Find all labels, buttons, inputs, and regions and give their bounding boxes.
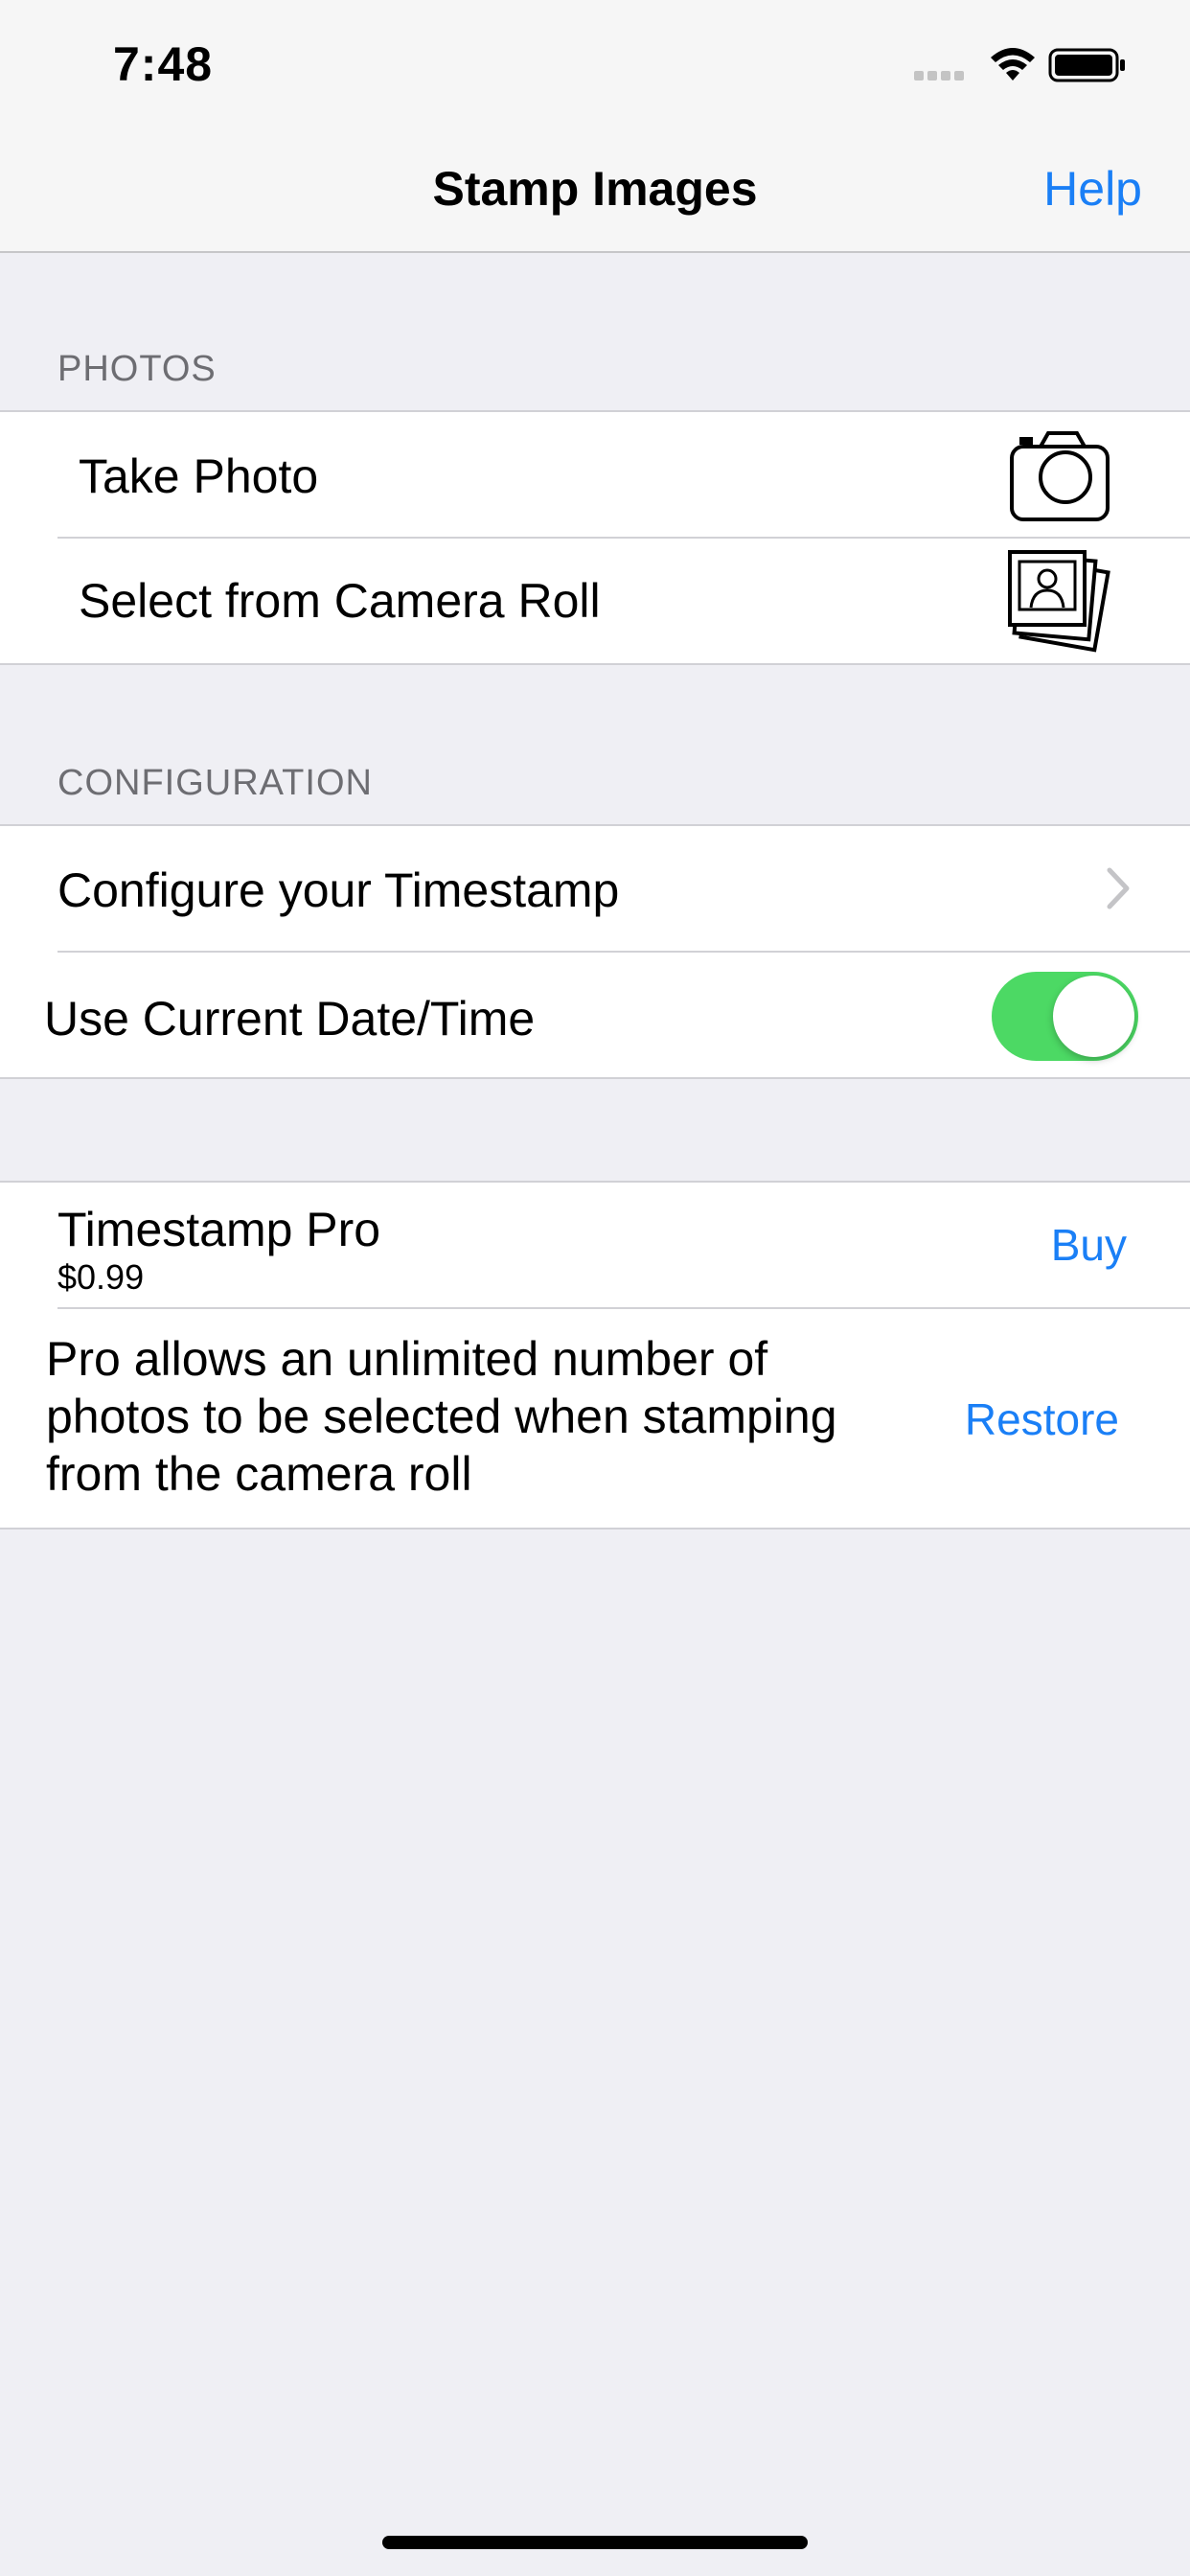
- chevron-right-icon: [1104, 866, 1133, 910]
- navigation-bar: Stamp Images Help: [0, 126, 1190, 253]
- status-bar: 7:48: [0, 0, 1190, 126]
- wifi-icon: [991, 48, 1035, 80]
- battery-icon: [1048, 48, 1125, 82]
- select-camera-roll-row[interactable]: Select from Camera Roll: [0, 539, 1190, 665]
- configuration-group: Configure your Timestamp Use Current Dat…: [0, 824, 1190, 1079]
- photo-stack-icon: [1006, 548, 1113, 656]
- timestamp-pro-price: $0.99: [57, 1257, 145, 1297]
- pro-description-line: photos to be selected when stamping: [46, 1390, 837, 1443]
- page-title: Stamp Images: [432, 162, 758, 216]
- timestamp-pro-row: Timestamp Pro $0.99 Buy: [0, 1183, 1190, 1307]
- take-photo-row[interactable]: Take Photo: [0, 412, 1190, 537]
- help-button[interactable]: Help: [1043, 161, 1142, 217]
- configure-timestamp-row[interactable]: Configure your Timestamp: [0, 826, 1190, 951]
- photos-group: Take Photo Select from Camera Roll: [0, 410, 1190, 665]
- camera-icon: [1006, 424, 1113, 531]
- configure-timestamp-label: Configure your Timestamp: [57, 863, 620, 917]
- signal-icon: [914, 71, 964, 80]
- home-indicator[interactable]: [382, 2536, 808, 2549]
- section-header-photos: PHOTOS: [57, 349, 217, 389]
- pro-description-line: Pro allows an unlimited number of: [46, 1332, 768, 1386]
- pro-description: Pro allows an unlimited number of photos…: [46, 1330, 837, 1503]
- take-photo-label: Take Photo: [79, 449, 319, 503]
- section-header-configuration: CONFIGURATION: [57, 763, 373, 803]
- status-time: 7:48: [113, 37, 214, 91]
- pro-group: Timestamp Pro $0.99 Buy Pro allows an un…: [0, 1181, 1190, 1530]
- use-current-datetime-toggle[interactable]: [992, 972, 1138, 1061]
- status-icons: [914, 46, 1127, 84]
- restore-row: Pro allows an unlimited number of photos…: [0, 1309, 1190, 1528]
- select-camera-roll-label: Select from Camera Roll: [79, 574, 601, 628]
- buy-button[interactable]: Buy: [1051, 1219, 1127, 1271]
- restore-button[interactable]: Restore: [965, 1393, 1119, 1445]
- toggle-knob: [1053, 976, 1134, 1057]
- timestamp-pro-title: Timestamp Pro: [57, 1203, 381, 1256]
- use-current-datetime-row: Use Current Date/Time: [0, 953, 1190, 1079]
- use-current-datetime-label: Use Current Date/Time: [44, 992, 536, 1046]
- pro-description-line: from the camera roll: [46, 1447, 472, 1501]
